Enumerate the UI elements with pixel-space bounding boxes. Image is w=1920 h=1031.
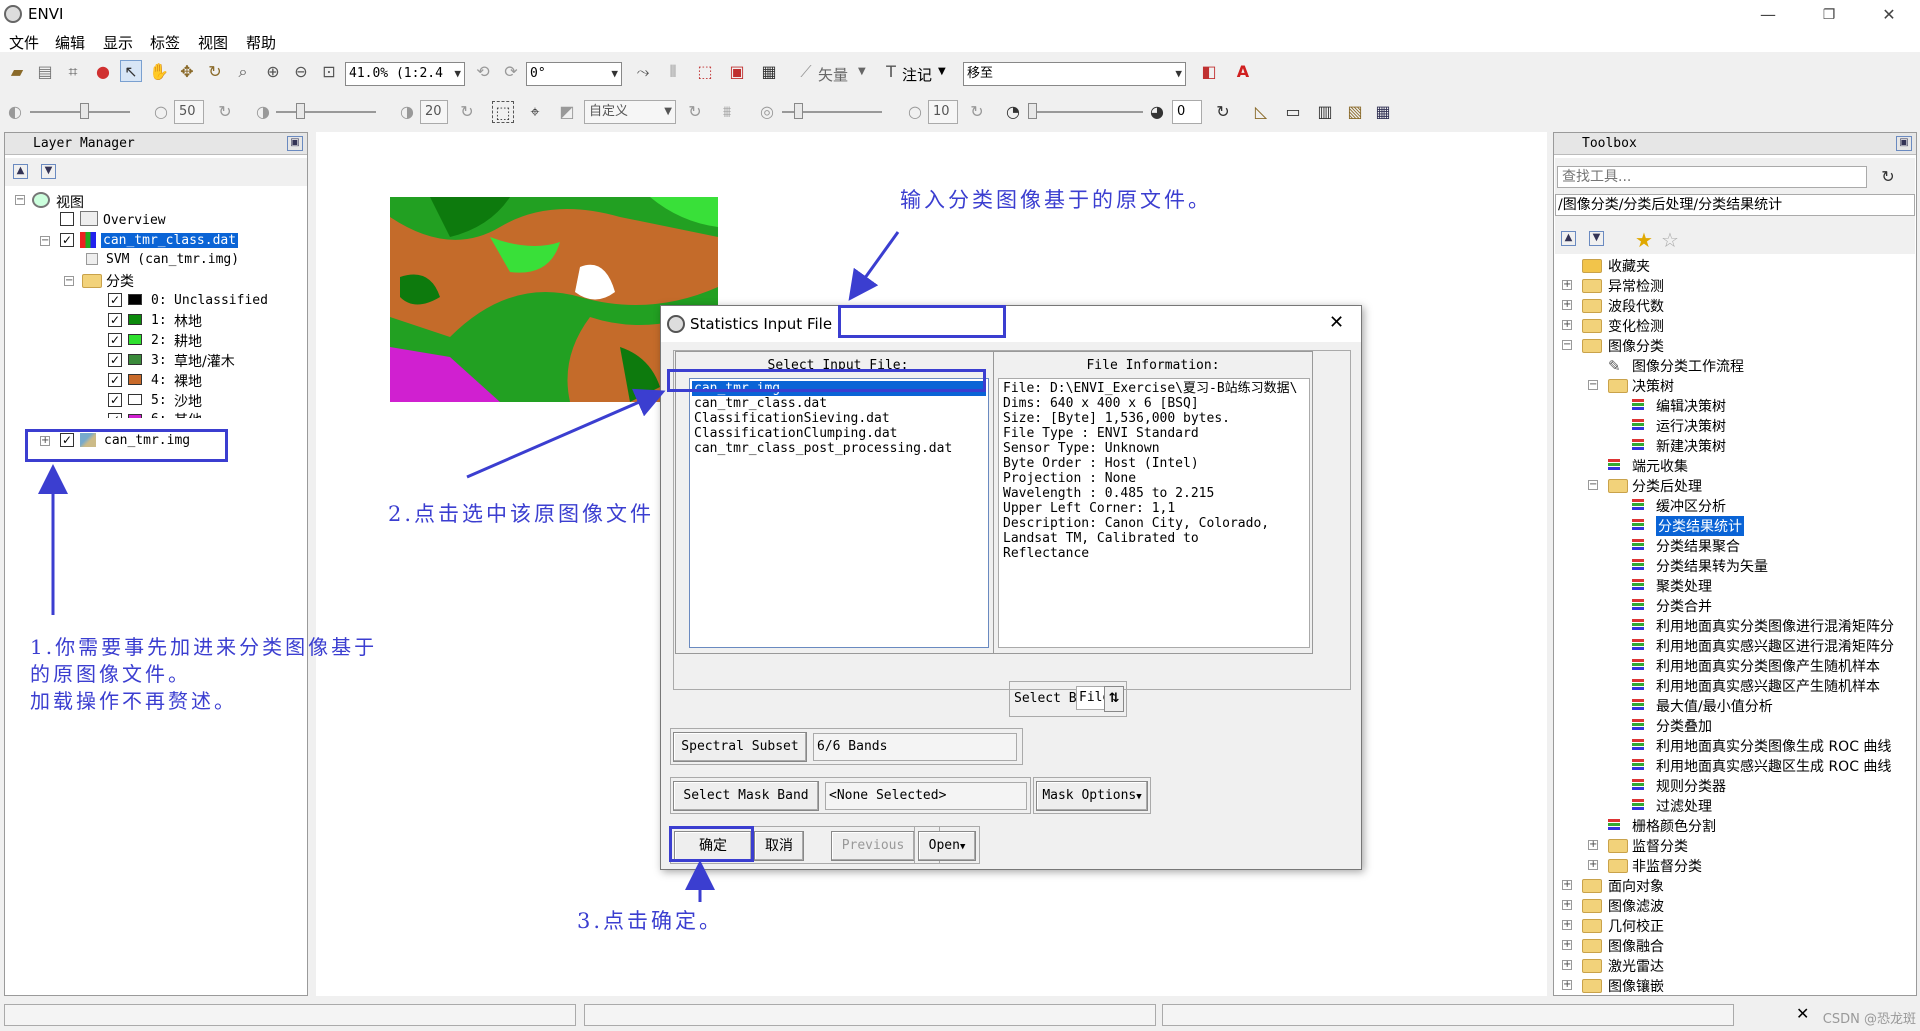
annotation-step1-line2: 的原图像文件。 bbox=[30, 662, 191, 686]
status-field-1 bbox=[4, 1004, 576, 1026]
annotation-step3: 3.点击确定。 bbox=[577, 909, 724, 933]
status-bar: ✕ CSDN @恐龙斑 bbox=[0, 1000, 1920, 1031]
status-field-3 bbox=[1162, 1004, 1734, 1026]
annotation-step2: 2.点击选中该原图像文件 bbox=[388, 502, 655, 526]
annotation-top: 输入分类图像基于的原文件。 bbox=[900, 188, 1212, 212]
annotation-arrows bbox=[38, 231, 900, 902]
status-field-2 bbox=[584, 1004, 1156, 1026]
arrow-to-dialog-title bbox=[848, 231, 900, 301]
arrow-to-file bbox=[466, 388, 666, 479]
annotation-step1-line3: 加载操作不再赘述。 bbox=[30, 689, 237, 713]
watermark: CSDN @恐龙斑 bbox=[1822, 1012, 1916, 1027]
annotation-step1-line1: 1.你需要事先加进来分类图像基于 bbox=[30, 635, 378, 659]
